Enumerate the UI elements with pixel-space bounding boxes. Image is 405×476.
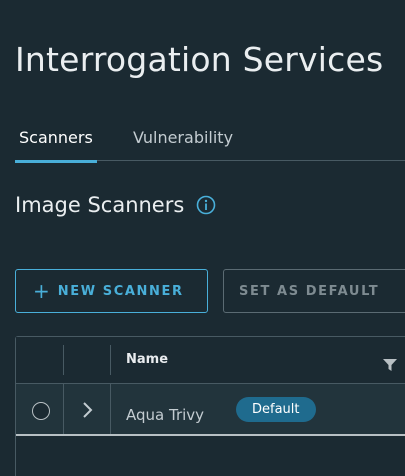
tab-bar: Scanners Vulnerability	[15, 118, 405, 163]
scanner-datagrid: Name Aqua Trivy Default	[15, 336, 405, 476]
row-separator	[63, 384, 64, 434]
section-heading: Image Scanners	[15, 193, 216, 217]
column-header-name[interactable]: Name	[126, 352, 168, 367]
tab-scanners[interactable]: Scanners	[15, 128, 97, 163]
row-separator	[110, 384, 111, 434]
new-scanner-button[interactable]: + NEW SCANNER	[15, 269, 208, 313]
section-title: Image Scanners	[15, 193, 185, 217]
set-as-default-label: SET AS DEFAULT	[239, 283, 380, 299]
scanner-name: Aqua Trivy	[126, 406, 205, 424]
info-circle-icon[interactable]	[196, 195, 216, 215]
interrogation-services-page: Interrogation Services Scanners Vulnerab…	[0, 0, 405, 476]
plus-icon: +	[33, 279, 50, 303]
new-scanner-label: NEW SCANNER	[57, 283, 184, 299]
chevron-right-icon[interactable]	[80, 401, 94, 419]
default-badge: Default	[236, 397, 316, 422]
tab-vulnerability[interactable]: Vulnerability	[133, 128, 233, 147]
filter-icon[interactable]	[383, 359, 397, 371]
set-as-default-button[interactable]: SET AS DEFAULT	[223, 269, 405, 313]
datagrid-header: Name	[16, 337, 405, 384]
column-separator[interactable]	[110, 345, 111, 375]
column-separator[interactable]	[63, 345, 64, 375]
table-row[interactable]: Aqua Trivy Default	[16, 384, 405, 436]
page-title: Interrogation Services	[15, 40, 384, 79]
row-select-radio[interactable]	[32, 402, 50, 420]
